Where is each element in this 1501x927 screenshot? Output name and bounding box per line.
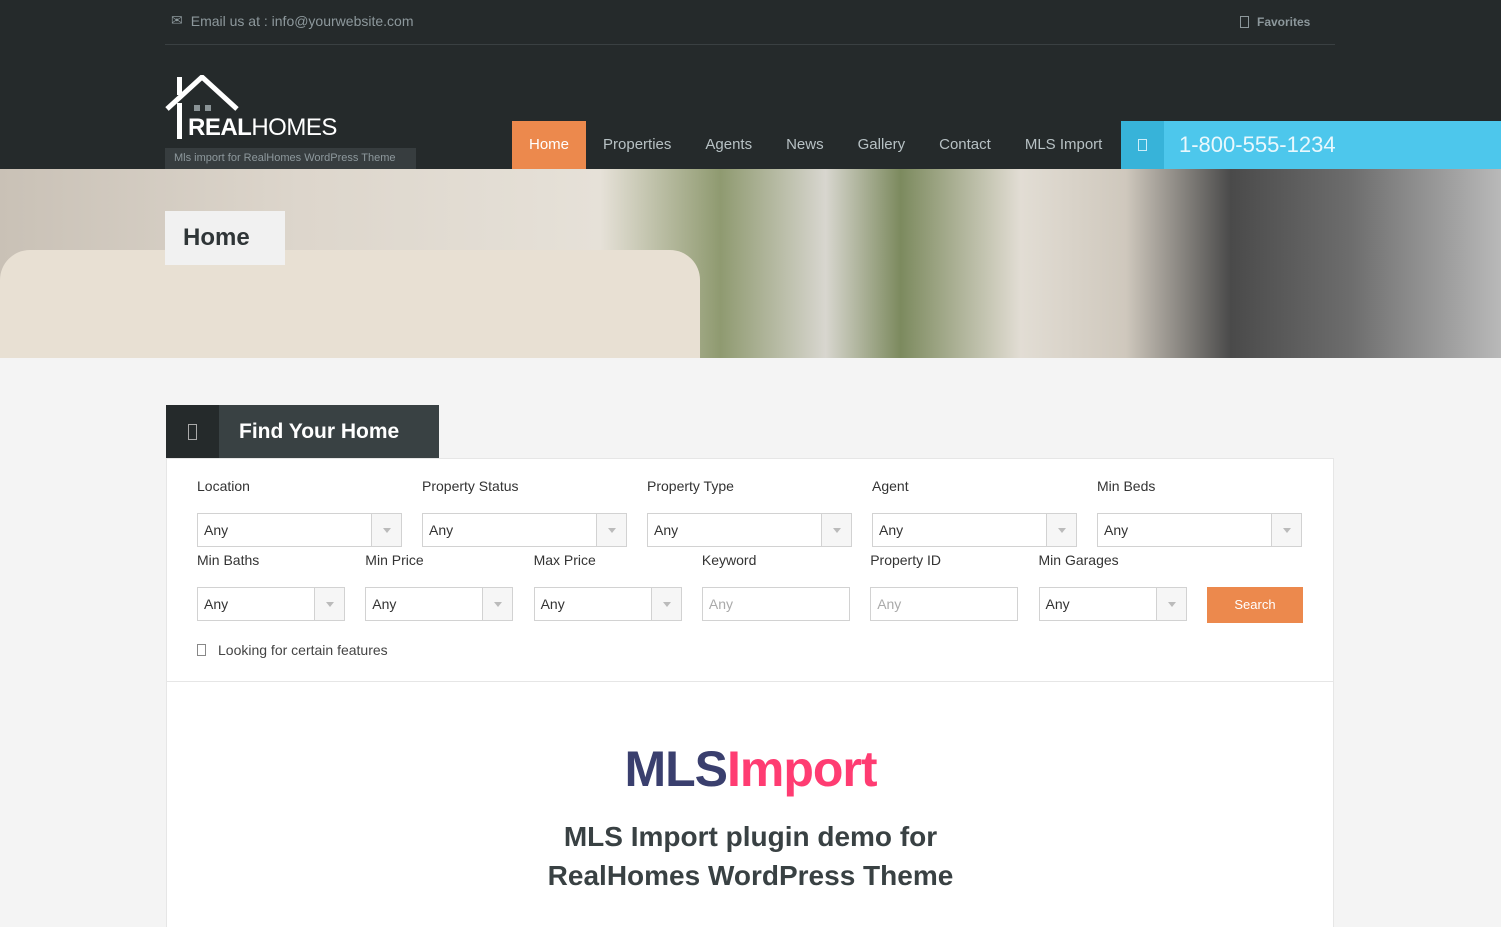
chevron-down-icon [650,588,681,620]
favorites-link[interactable]: Favorites [1240,15,1310,29]
envelope-icon: ✉ [171,12,183,28]
field-value: Any [1045,596,1070,612]
search-icon [166,405,219,458]
text-input-property-id[interactable]: Any [870,587,1019,621]
select-max-price[interactable]: Any [533,587,682,621]
field-label: Min Price [365,552,424,568]
nav-news[interactable]: News [769,121,841,169]
field-label: Max Price [533,552,596,568]
plus-icon [197,644,206,656]
heart-icon [1240,16,1249,28]
field-label: Property Status [422,478,519,494]
email-contact[interactable]: ✉ Email us at : info@yourwebsite.com [171,12,413,29]
content-heading: MLS Import plugin demo for RealHomes Word… [547,821,954,891]
field-value: Any [204,522,229,538]
field-label: Property Type [647,478,734,494]
nav-contact[interactable]: Contact [922,121,1008,169]
field-value: Any [654,522,679,538]
field-label: Location [197,478,250,494]
search-tab: Find Your Home [166,405,439,458]
field-value: Any [372,596,397,612]
field-value: Any [879,522,904,538]
field-label: Keyword [701,552,757,568]
select-min-garages[interactable]: Any [1038,587,1187,621]
chevron-down-icon [482,588,513,620]
field-value: Any [204,596,229,612]
select-property-status[interactable]: Any [422,513,627,547]
field-value: Any [708,596,734,612]
select-agent[interactable]: Any [872,513,1077,547]
field-label: Min Beds [1097,478,1156,494]
search-title: Find Your Home [239,420,400,443]
logo-tagline: Mls import for RealHomes WordPress Theme [165,148,416,169]
logo-text[interactable]: REALHOMES [188,114,337,142]
chevron-down-icon [821,514,851,546]
nav-gallery[interactable]: Gallery [841,121,923,169]
mls-import-logo: MLSImport [624,741,877,797]
field-label: Property ID [870,552,941,568]
nav-home[interactable]: Home [512,121,587,169]
nav-properties[interactable]: Properties [586,121,688,169]
select-property-type[interactable]: Any [647,513,852,547]
select-location[interactable]: Any [197,513,402,547]
field-value: Any [540,596,565,612]
field-value: Any [429,522,454,538]
nav-mls-import[interactable]: MLS Import [1008,121,1120,169]
search-button[interactable]: Search [1207,587,1303,623]
select-min-baths[interactable]: Any [197,587,345,621]
chevron-down-icon [1155,588,1186,620]
features-toggle[interactable]: Looking for certain features [197,642,388,658]
phone-bar: 1-800-555-1234 [1121,121,1501,169]
field-label: Min Garages [1038,552,1119,568]
divider [165,44,1335,45]
phone-number[interactable]: 1-800-555-1234 [1164,121,1336,169]
field-value: Any [1104,522,1129,538]
chevron-down-icon [596,514,626,546]
phone-icon [1121,121,1164,169]
nav-agents[interactable]: Agents [688,121,769,169]
select-min-price[interactable]: Any [365,587,514,621]
select-min-beds[interactable]: Any [1097,513,1302,547]
chevron-down-icon [1046,514,1076,546]
text-input-keyword[interactable]: Any [701,587,850,621]
main-nav: Home Properties Agents News Gallery Cont… [512,121,1119,169]
chevron-down-icon [1271,514,1301,546]
hero-sofa-decor [0,250,700,358]
field-value: Any [877,596,902,612]
field-label: Min Baths [197,552,260,568]
chevron-down-icon [314,588,344,620]
page-title: Home [165,211,285,265]
field-label: Agent [872,478,909,494]
chevron-down-icon [371,514,401,546]
